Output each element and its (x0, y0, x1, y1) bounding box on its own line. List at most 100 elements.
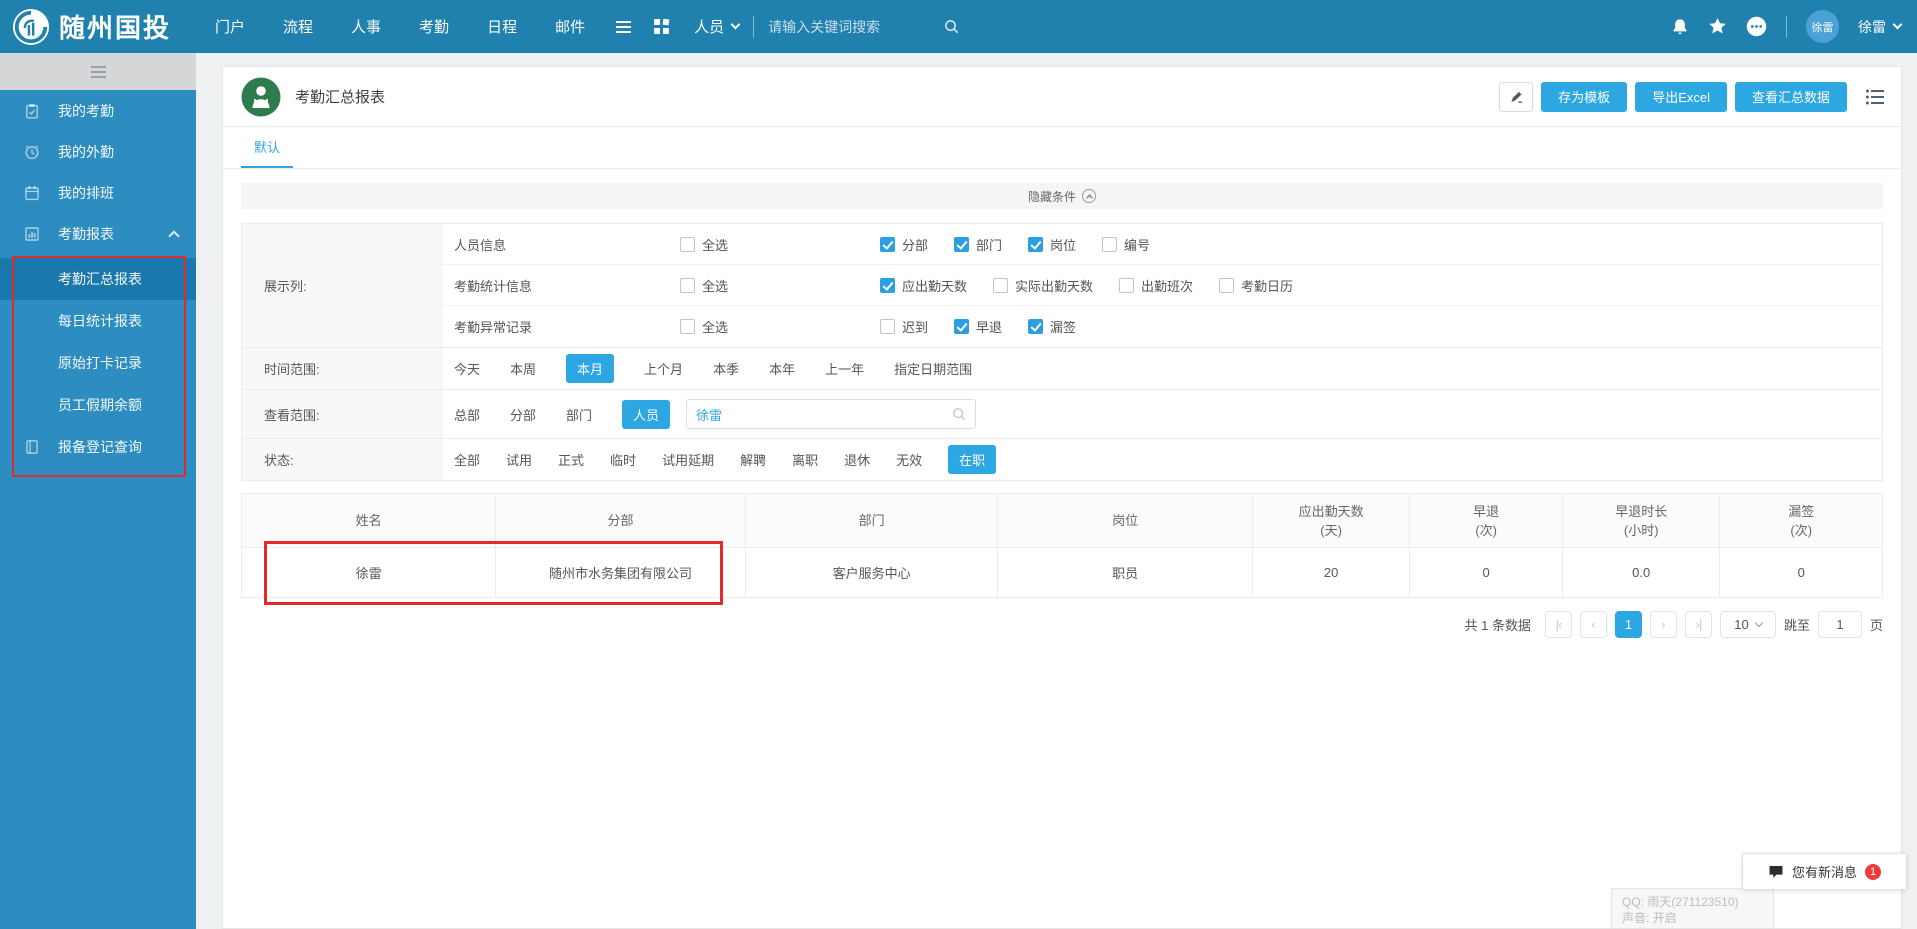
select-all-option[interactable]: 全选 (680, 276, 728, 295)
checkbox-checked-icon[interactable] (1028, 319, 1044, 334)
checkbox-icon[interactable] (1119, 277, 1135, 293)
nav-item-attendance[interactable]: 考勤 (400, 0, 468, 53)
time-option-this-month-active[interactable]: 本月 (566, 354, 615, 383)
checkbox-option-shift[interactable]: 出勤班次 (1119, 276, 1193, 295)
nav-item-mail[interactable]: 邮件 (536, 0, 604, 53)
checkbox-icon[interactable] (680, 236, 695, 252)
checkbox-option-department[interactable]: 部门 (954, 235, 1002, 254)
nav-item-hr[interactable]: 人事 (332, 0, 400, 53)
scope-option-headquarters[interactable]: 总部 (454, 405, 480, 424)
status-option-formal[interactable]: 正式 (558, 450, 584, 469)
page-size-select[interactable]: 10 (1719, 611, 1776, 638)
select-all-option[interactable]: 全选 (680, 235, 728, 254)
sidebar-item-my-shift[interactable]: 我的排班 (0, 172, 196, 213)
sidebar-collapse-button[interactable] (0, 53, 196, 90)
person-search-input[interactable] (696, 406, 953, 422)
view-summary-data-button[interactable]: 查看汇总数据 (1734, 81, 1847, 112)
checkbox-checked-icon[interactable] (954, 319, 970, 334)
jump-page-input[interactable] (1817, 611, 1862, 638)
nav-item-schedule[interactable]: 日程 (468, 0, 536, 53)
star-icon[interactable] (1708, 17, 1727, 36)
checkbox-group-person-info: 人员信息 全选 分部 部门 岗位 编号 (442, 224, 1882, 265)
checkbox-icon[interactable] (680, 319, 695, 334)
checkbox-icon[interactable] (880, 319, 895, 334)
status-option-probation-extended[interactable]: 试用延期 (662, 450, 714, 469)
status-option-all[interactable]: 全部 (454, 450, 480, 469)
checkbox-option-missed-sign[interactable]: 漏签 (1028, 317, 1076, 336)
sidebar-item-my-field-work[interactable]: 我的外勤 (0, 131, 196, 172)
sidebar-subitem-raw-punch-records[interactable]: 原始打卡记录 (0, 342, 196, 384)
status-option-retired[interactable]: 退休 (844, 450, 870, 469)
status-option-resigned[interactable]: 离职 (792, 450, 818, 469)
status-option-invalid[interactable]: 无效 (896, 450, 922, 469)
export-excel-button[interactable]: 导出Excel (1635, 81, 1727, 112)
signature-pen-button[interactable] (1499, 81, 1534, 112)
sidebar-item-attendance-reports[interactable]: 考勤报表 (0, 213, 196, 254)
status-option-dismissed[interactable]: 解聘 (740, 450, 766, 469)
sidebar-subitem-daily-stats[interactable]: 每日统计报表 (0, 300, 196, 342)
checkbox-option-calendar[interactable]: 考勤日历 (1219, 276, 1293, 295)
global-search-input[interactable] (768, 18, 937, 35)
brand-logo[interactable]: 随州国投 (0, 8, 196, 46)
table-header-row: 姓名 分部 部门 岗位 应出勤天数 (天) 早退 (次) 早退时长 (小时) 漏签 (次… (240, 493, 1883, 548)
time-option-custom-range[interactable]: 指定日期范围 (894, 359, 972, 378)
search-icon[interactable] (952, 407, 966, 421)
time-option-today[interactable]: 今天 (454, 359, 480, 378)
checkbox-checked-icon[interactable] (880, 277, 895, 293)
status-option-employed-active[interactable]: 在职 (948, 445, 997, 474)
checkbox-option-branch[interactable]: 分部 (880, 235, 928, 254)
scope-option-branch[interactable]: 分部 (510, 405, 536, 424)
module-selector[interactable]: 人员 (680, 16, 753, 37)
apps-grid-icon[interactable] (642, 0, 680, 53)
report-table-wrap: 姓名 分部 部门 岗位 应出勤天数 (天) 早退 (次) 早退时长 (小时) 漏签 (次… (240, 493, 1883, 605)
sidebar-item-report-registration-query[interactable]: 报备登记查询 (0, 426, 196, 467)
hamburger-menu-icon[interactable] (604, 0, 642, 53)
time-option-this-week[interactable]: 本周 (510, 359, 536, 378)
avatar[interactable]: 徐雷 (1806, 10, 1839, 43)
checkbox-icon[interactable] (1102, 236, 1118, 252)
user-menu[interactable]: 徐雷 (1858, 17, 1903, 37)
bell-icon[interactable] (1671, 18, 1689, 36)
checkbox-option-number[interactable]: 编号 (1102, 235, 1150, 254)
scope-option-department[interactable]: 部门 (566, 405, 592, 424)
new-message-notification[interactable]: 您有新消息 1 (1742, 853, 1907, 890)
checkbox-option-late[interactable]: 迟到 (880, 317, 928, 336)
checkbox-checked-icon[interactable] (1028, 236, 1044, 252)
checkbox-option-leave-early[interactable]: 早退 (954, 317, 1002, 336)
status-option-probation[interactable]: 试用 (506, 450, 532, 469)
time-option-last-month[interactable]: 上个月 (644, 359, 683, 378)
select-all-option[interactable]: 全选 (680, 317, 728, 336)
prev-page-button[interactable] (1579, 611, 1607, 638)
checkbox-icon[interactable] (1219, 277, 1235, 293)
time-option-this-year[interactable]: 本年 (769, 359, 795, 378)
last-page-button[interactable] (1684, 611, 1712, 638)
sidebar-subitem-leave-balance[interactable]: 员工假期余额 (0, 384, 196, 426)
scope-option-person-active[interactable]: 人员 (622, 399, 671, 429)
time-option-last-year[interactable]: 上一年 (825, 359, 864, 378)
sidebar-subitem-summary-report[interactable]: 考勤汇总报表 (0, 258, 196, 300)
page-number-button[interactable]: 1 (1614, 611, 1642, 638)
checkbox-checked-icon[interactable] (954, 236, 970, 252)
nav-item-workflow[interactable]: 流程 (264, 0, 332, 53)
save-template-button[interactable]: 存为模板 (1541, 81, 1628, 112)
sidebar-item-my-attendance[interactable]: 我的考勤 (0, 90, 196, 131)
checkbox-option-actual-days[interactable]: 实际出勤天数 (993, 276, 1093, 295)
checkbox-icon[interactable] (680, 277, 695, 293)
checkbox-icon[interactable] (993, 277, 1009, 293)
checkbox-checked-icon[interactable] (880, 236, 895, 252)
search-icon[interactable] (944, 19, 959, 34)
list-view-icon[interactable] (1865, 88, 1885, 106)
more-ellipsis-icon[interactable] (1746, 16, 1767, 37)
checkbox-option-position[interactable]: 岗位 (1028, 235, 1076, 254)
cell-leave-early-hours: 0.0 (1561, 547, 1721, 598)
nav-item-portal[interactable]: 门户 (196, 0, 264, 53)
time-option-this-quarter[interactable]: 本季 (713, 359, 739, 378)
checkbox-option-required-days[interactable]: 应出勤天数 (880, 276, 967, 295)
col-header-name: 姓名 (240, 493, 497, 548)
hide-conditions-bar[interactable]: 隐藏条件 (241, 183, 1883, 209)
next-page-button[interactable] (1649, 611, 1677, 638)
first-page-button[interactable] (1544, 611, 1572, 638)
tab-default[interactable]: 默认 (241, 127, 294, 168)
status-option-temporary[interactable]: 临时 (610, 450, 636, 469)
cell-missed-sign: 0 (1719, 547, 1883, 598)
